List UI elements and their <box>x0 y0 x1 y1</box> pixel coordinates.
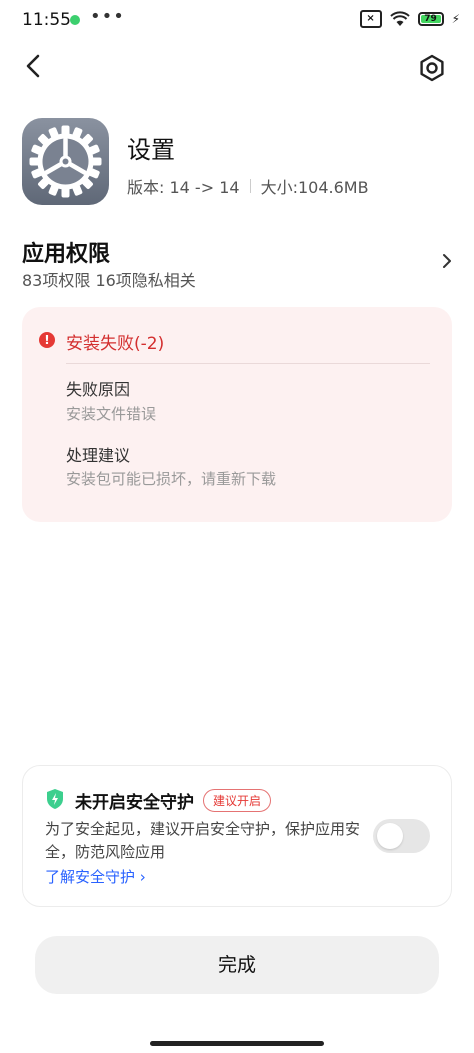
battery-level: 79 <box>420 15 441 24</box>
done-button[interactable]: 完成 <box>35 936 439 994</box>
advice-label: 处理建议 <box>66 446 131 465</box>
security-toggle[interactable] <box>373 819 430 853</box>
error-title: 安装失败(-2) <box>66 334 165 354</box>
home-indicator[interactable] <box>150 1041 324 1046</box>
recommend-badge: 建议开启 <box>203 789 272 812</box>
more-notifications-icon: ••• <box>90 6 125 27</box>
security-guard-card: 未开启安全守护 建议开启 为了安全起见，建议开启安全守护，保护应用安全，防范风险… <box>22 765 452 907</box>
wifi-icon <box>389 11 410 26</box>
learn-security-link[interactable]: 了解安全守护 › <box>45 866 146 887</box>
app-version: 版本: 14 -> 14 <box>127 178 240 197</box>
permissions-summary[interactable]: 83项权限 16项隐私相关 <box>22 267 196 291</box>
learn-security-link-label[interactable]: 了解安全守护 <box>45 868 135 886</box>
status-time: 11:55 <box>22 10 71 30</box>
shield-icon <box>47 789 63 809</box>
advice-value: 安装包可能已损坏，请重新下载 <box>66 470 277 488</box>
permissions-title[interactable]: 应用权限 <box>22 236 110 268</box>
notification-dot-icon <box>70 15 80 25</box>
app-size: 大小:104.6MB <box>260 178 369 197</box>
app-icon <box>22 118 109 205</box>
back-button[interactable] <box>20 52 48 80</box>
divider <box>66 363 430 364</box>
charging-icon: ⚡ <box>451 12 460 26</box>
chevron-right-icon: › <box>135 868 146 886</box>
toggle-knob <box>377 823 403 849</box>
failure-reason-value: 安装文件错误 <box>66 405 157 423</box>
battery-icon: 79 <box>417 12 444 26</box>
security-description: 为了安全起见，建议开启安全守护，保护应用安全，防范风险应用 <box>45 820 361 861</box>
error-icon: ! <box>39 332 55 348</box>
divider <box>249 179 251 193</box>
chevron-right-icon[interactable] <box>440 252 454 270</box>
app-name: 设置 <box>127 136 175 164</box>
app-meta: 版本: 14 -> 14 大小:104.6MB <box>127 174 369 198</box>
failure-reason-label: 失败原因 <box>66 380 131 399</box>
no-sim-icon: × <box>359 10 382 28</box>
status-icons: × 79 ⚡ <box>359 10 460 28</box>
security-title: 未开启安全守护 <box>75 793 194 813</box>
install-error-card: ! 安装失败(-2) 失败原因 安装文件错误 处理建议 安装包可能已损坏，请重新… <box>22 307 452 522</box>
gear-icon <box>29 125 102 198</box>
settings-gear-icon[interactable] <box>418 54 446 82</box>
